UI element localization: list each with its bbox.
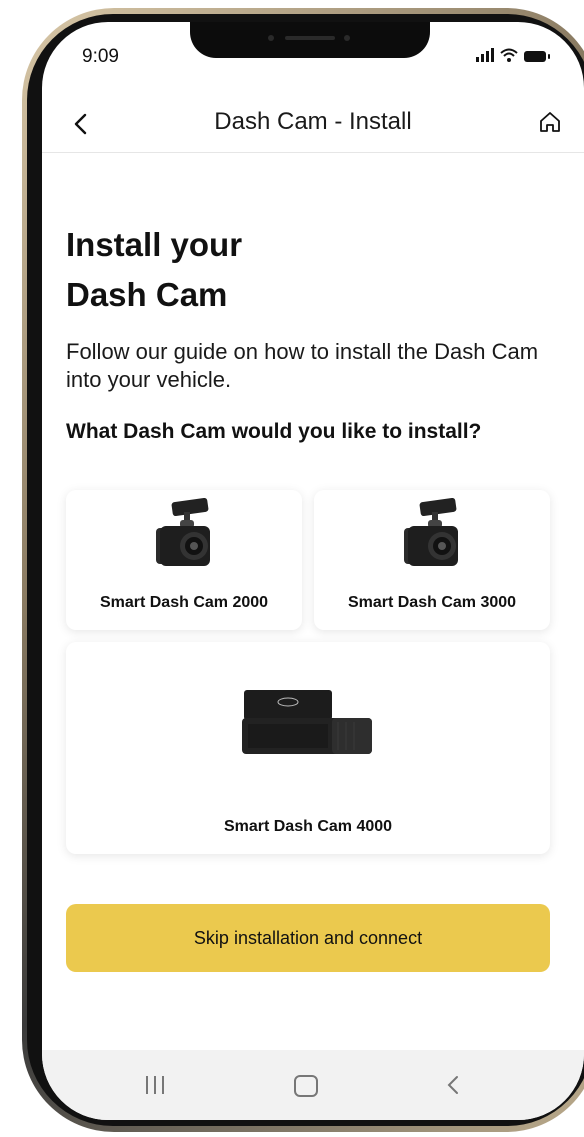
sensor-dot: [268, 35, 274, 41]
system-nav-bar: [42, 1050, 584, 1120]
battery-icon: [524, 51, 550, 62]
dash-cam-image: [242, 690, 372, 754]
question-text: What Dash Cam would you like to install?: [66, 420, 482, 443]
dashcam-option-4000[interactable]: Smart Dash Cam 4000: [66, 642, 550, 854]
option-label: Smart Dash Cam 3000: [347, 594, 517, 611]
app-screen: 9:09 Dash Cam - Install Install your Das…: [42, 22, 584, 1120]
nav-home-icon[interactable]: [294, 1075, 318, 1097]
nav-back-icon[interactable]: [446, 1074, 460, 1096]
option-label: Smart Dash Cam 4000: [223, 818, 393, 835]
headline-line-2: Dash Cam: [66, 276, 228, 313]
signal-icon: [476, 48, 494, 62]
option-label: Smart Dash Cam 2000: [99, 594, 269, 611]
wifi-icon: [500, 48, 518, 62]
headline-line-1: Install your: [66, 226, 243, 263]
status-time: 9:09: [82, 46, 119, 67]
camera-dot: [344, 35, 350, 41]
recents-icon[interactable]: [146, 1076, 164, 1094]
dashcam-option-3000[interactable]: Smart Dash Cam 3000: [314, 490, 550, 630]
dash-cam-image: [156, 498, 210, 566]
dashcam-option-2000[interactable]: Smart Dash Cam 2000: [66, 490, 302, 630]
skip-installation-button[interactable]: Skip installation and connect: [66, 904, 550, 972]
dash-cam-image: [404, 498, 458, 566]
top-app-bar: Dash Cam - Install: [42, 92, 584, 153]
earpiece-speaker: [285, 36, 335, 40]
page-title: Dash Cam - Install: [214, 108, 412, 135]
page-headline: Install your Dash Cam: [66, 220, 242, 320]
intro-text: Follow our guide on how to install the D…: [66, 339, 539, 392]
status-icons: [476, 48, 550, 62]
home-icon[interactable]: [536, 108, 564, 136]
camera-notch: [190, 22, 430, 58]
